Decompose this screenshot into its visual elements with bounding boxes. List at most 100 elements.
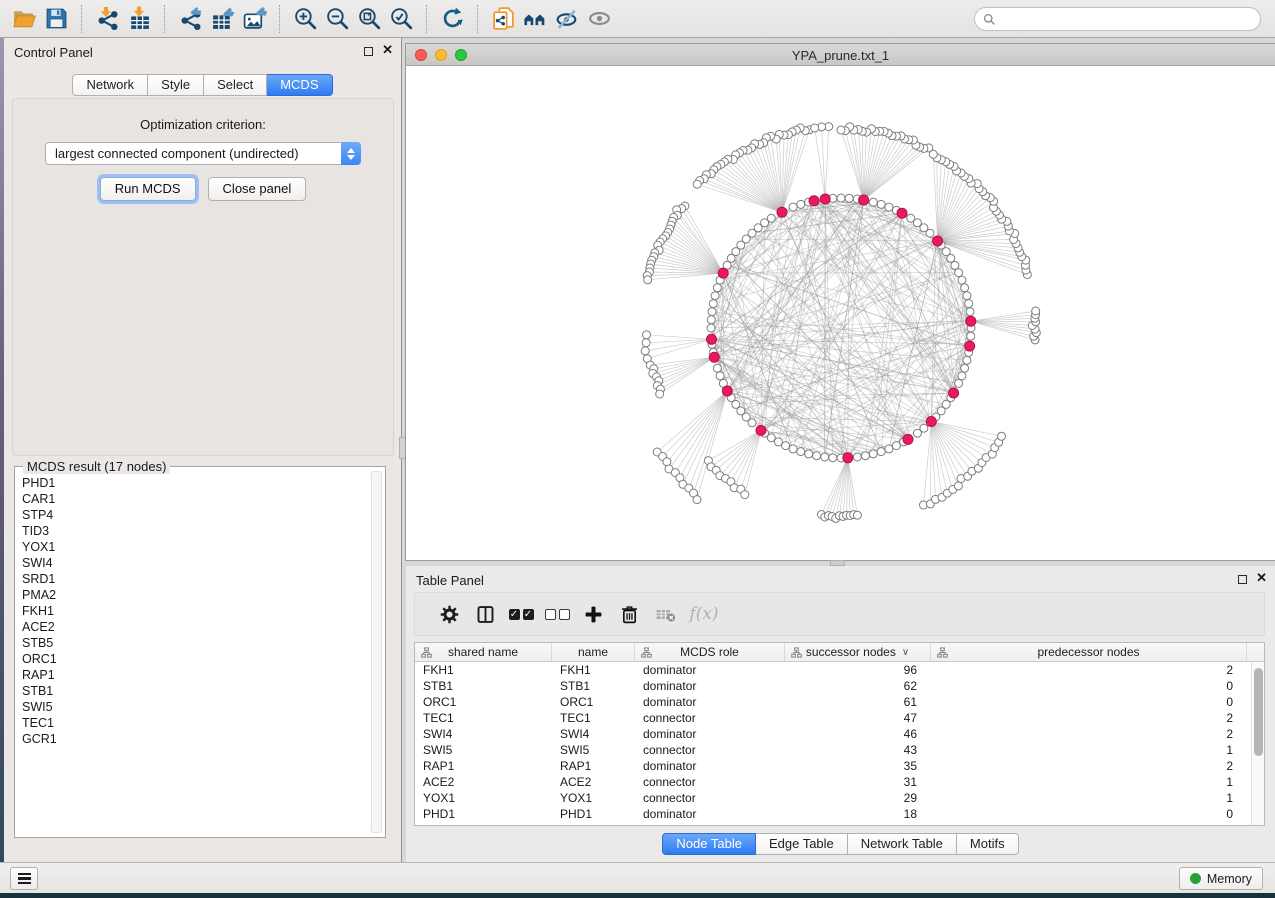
- import-network-button[interactable]: [91, 4, 123, 34]
- network-node[interactable]: [716, 372, 724, 380]
- table-cell[interactable]: dominator: [635, 759, 785, 773]
- mcds-result-item[interactable]: ACE2: [22, 619, 369, 635]
- mcds-result-item[interactable]: FKH1: [22, 603, 369, 619]
- table-cell[interactable]: SWI4: [552, 727, 635, 741]
- mcds-node[interactable]: [820, 194, 830, 204]
- mcds-result-item[interactable]: TEC1: [22, 715, 369, 731]
- export-table-button[interactable]: [206, 4, 238, 34]
- zoom-fit-button[interactable]: [353, 4, 385, 34]
- table-cell[interactable]: 96: [785, 663, 931, 677]
- mcds-result-item[interactable]: SWI4: [22, 555, 369, 571]
- network-node[interactable]: [656, 390, 664, 398]
- network-node[interactable]: [961, 364, 969, 372]
- network-node[interactable]: [693, 496, 701, 504]
- network-node[interactable]: [998, 432, 1006, 440]
- zoom-out-button[interactable]: [321, 4, 353, 34]
- network-node[interactable]: [797, 200, 805, 208]
- mcds-result-item[interactable]: STP4: [22, 507, 369, 523]
- tab-mcds[interactable]: MCDS: [267, 74, 332, 96]
- network-node[interactable]: [837, 126, 845, 134]
- table-cell[interactable]: 0: [931, 807, 1247, 821]
- network-node[interactable]: [853, 453, 861, 461]
- table-row[interactable]: RAP1RAP1dominator352: [415, 758, 1264, 774]
- export-network-button[interactable]: [174, 4, 206, 34]
- table-cell[interactable]: 1: [931, 791, 1247, 805]
- table-row[interactable]: FKH1FKH1dominator962: [415, 662, 1264, 678]
- search-input[interactable]: [1002, 11, 1252, 27]
- table-cell[interactable]: dominator: [635, 727, 785, 741]
- network-node[interactable]: [877, 448, 885, 456]
- status-menu-button[interactable]: [10, 867, 38, 890]
- network-node[interactable]: [711, 292, 719, 300]
- network-node[interactable]: [966, 308, 974, 316]
- tab-style[interactable]: Style: [148, 74, 204, 96]
- zoom-in-button[interactable]: [289, 4, 321, 34]
- network-node[interactable]: [748, 419, 756, 427]
- mcds-result-item[interactable]: SWI5: [22, 699, 369, 715]
- tab-network[interactable]: Network: [72, 74, 148, 96]
- network-node[interactable]: [958, 276, 966, 284]
- run-mcds-button[interactable]: Run MCDS: [100, 177, 196, 201]
- table-cell[interactable]: 62: [785, 679, 931, 693]
- table-cell[interactable]: connector: [635, 743, 785, 757]
- network-node[interactable]: [845, 194, 853, 202]
- table-cell[interactable]: dominator: [635, 679, 785, 693]
- network-node[interactable]: [644, 276, 652, 284]
- mcds-node[interactable]: [949, 388, 959, 398]
- mcds-node[interactable]: [777, 207, 787, 217]
- network-node[interactable]: [642, 339, 650, 347]
- table-cell[interactable]: 1: [931, 743, 1247, 757]
- memory-button[interactable]: Memory: [1179, 867, 1263, 890]
- table-scrollbar-thumb[interactable]: [1254, 668, 1263, 756]
- table-scrollbar[interactable]: [1251, 662, 1264, 825]
- mcds-node[interactable]: [966, 316, 976, 326]
- network-node[interactable]: [821, 453, 829, 461]
- table-row[interactable]: ACE2ACE2connector311: [415, 774, 1264, 790]
- network-node[interactable]: [955, 379, 963, 387]
- network-node[interactable]: [707, 316, 715, 324]
- table-cell[interactable]: SWI5: [552, 743, 635, 757]
- table-cell[interactable]: YOX1: [415, 791, 552, 805]
- table-cell[interactable]: dominator: [635, 663, 785, 677]
- table-row[interactable]: SWI5SWI5connector431: [415, 742, 1264, 758]
- network-node[interactable]: [789, 203, 797, 211]
- table-cell[interactable]: FKH1: [415, 663, 552, 677]
- first-neighbors-button[interactable]: [519, 4, 551, 34]
- tab-edge-table[interactable]: Edge Table: [756, 833, 848, 855]
- float-window-icon[interactable]: [364, 47, 373, 56]
- table-cell[interactable]: RAP1: [552, 759, 635, 773]
- network-node[interactable]: [789, 445, 797, 453]
- network-node[interactable]: [963, 356, 971, 364]
- tab-network-table[interactable]: Network Table: [848, 833, 957, 855]
- network-node[interactable]: [707, 324, 715, 332]
- delete-column-button[interactable]: [611, 596, 647, 632]
- mcds-result-item[interactable]: STB1: [22, 683, 369, 699]
- hide-selected-button[interactable]: [551, 4, 583, 34]
- table-cell[interactable]: dominator: [635, 695, 785, 709]
- network-node[interactable]: [741, 491, 749, 499]
- delete-table-button[interactable]: [647, 596, 683, 632]
- table-row[interactable]: ORC1ORC1dominator610: [415, 694, 1264, 710]
- network-node[interactable]: [861, 452, 869, 460]
- mcds-node[interactable]: [903, 434, 913, 444]
- mcds-node[interactable]: [809, 196, 819, 206]
- table-cell[interactable]: 2: [931, 727, 1247, 741]
- search-box[interactable]: [974, 7, 1261, 31]
- mcds-node[interactable]: [859, 195, 869, 205]
- export-image-button[interactable]: [238, 4, 270, 34]
- mcds-node[interactable]: [843, 453, 853, 463]
- network-node[interactable]: [885, 445, 893, 453]
- network-node[interactable]: [1032, 307, 1040, 315]
- network-canvas[interactable]: [406, 66, 1275, 560]
- table-cell[interactable]: 29: [785, 791, 931, 805]
- table-cell[interactable]: STB1: [415, 679, 552, 693]
- network-node[interactable]: [713, 364, 721, 372]
- network-node[interactable]: [877, 200, 885, 208]
- mcds-node[interactable]: [722, 386, 732, 396]
- table-cell[interactable]: STB1: [552, 679, 635, 693]
- select-all-rows-button[interactable]: ✓✓: [503, 596, 539, 632]
- table-cell[interactable]: YOX1: [552, 791, 635, 805]
- table-cell[interactable]: 1: [931, 775, 1247, 789]
- network-node[interactable]: [813, 452, 821, 460]
- open-file-button[interactable]: [8, 4, 40, 34]
